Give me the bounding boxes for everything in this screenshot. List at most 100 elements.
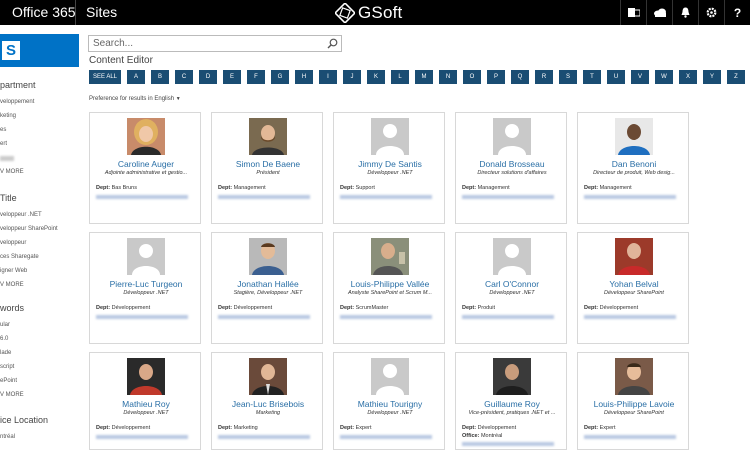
person-placeholder-icon[interactable]	[371, 118, 409, 155]
help-icon[interactable]: ?	[724, 0, 750, 25]
person-photo[interactable]	[615, 238, 653, 275]
refiner-item[interactable]: ePoint	[0, 378, 17, 384]
person-photo[interactable]	[493, 358, 531, 395]
language-preference[interactable]: Preference for results in English ▼	[89, 96, 181, 102]
person-card[interactable]: Dan Benoni Directeur de produit, Web desi…	[577, 112, 689, 224]
person-email-link[interactable]	[218, 195, 310, 199]
refiner-item[interactable]: V MORE	[0, 392, 24, 398]
onedrive-icon[interactable]	[646, 0, 672, 25]
person-card[interactable]: Mathieu Tourigny Développeur .NET Dept: Ex…	[333, 352, 445, 450]
refiner-item[interactable]: ert	[0, 141, 7, 147]
person-email-link[interactable]	[462, 442, 554, 446]
person-email-link[interactable]	[584, 315, 676, 319]
refiner-item[interactable]: V MORE	[0, 169, 24, 175]
person-email-link[interactable]	[340, 195, 432, 199]
person-name-link[interactable]: Jean-Luc Brisebois	[212, 399, 324, 409]
person-card[interactable]: Mathieu Roy Développeur .NET Dept: Dévelop…	[89, 352, 201, 450]
refiner-item[interactable]	[0, 156, 14, 161]
letter-button-n[interactable]: N	[439, 70, 457, 84]
person-name-link[interactable]: Pierre-Luc Turgeon	[90, 279, 202, 289]
person-card[interactable]: Jonathan Hallée Stagière, Développeur .NE…	[211, 232, 323, 344]
person-email-link[interactable]	[584, 195, 676, 199]
letter-button-u[interactable]: U	[607, 70, 625, 84]
letter-button-w[interactable]: W	[655, 70, 673, 84]
person-photo[interactable]	[371, 238, 409, 275]
refiner-item[interactable]: keting	[0, 113, 16, 119]
gsoft-logo[interactable]: GSoft	[335, 1, 402, 24]
person-name-link[interactable]: Guillaume Roy	[456, 399, 568, 409]
person-email-link[interactable]	[218, 435, 310, 439]
search-input[interactable]: Search...	[88, 35, 342, 52]
person-name-link[interactable]: Simon De Baene	[212, 159, 324, 169]
person-name-link[interactable]: Louis-Philippe Vallée	[334, 279, 446, 289]
gear-icon[interactable]	[698, 0, 724, 25]
letter-button-i[interactable]: I	[319, 70, 337, 84]
person-card[interactable]: Donald Brosseau Directeur solutions d'aff…	[455, 112, 567, 224]
person-placeholder-icon[interactable]	[371, 358, 409, 395]
refiner-item[interactable]: ular	[0, 322, 10, 328]
person-name-link[interactable]: Mathieu Tourigny	[334, 399, 446, 409]
person-placeholder-icon[interactable]	[127, 238, 165, 275]
person-email-link[interactable]	[96, 315, 188, 319]
letter-button-c[interactable]: C	[175, 70, 193, 84]
person-card[interactable]: Jean-Luc Brisebois Marketing Dept: Marketi…	[211, 352, 323, 450]
person-card[interactable]: Guillaume Roy Vice-président, pratiques .…	[455, 352, 567, 450]
refiner-item[interactable]: veloppeur SharePoint	[0, 226, 58, 232]
person-email-link[interactable]	[96, 435, 188, 439]
refiner-item[interactable]: veloppeur	[0, 240, 26, 246]
letter-button-h[interactable]: H	[295, 70, 313, 84]
search-icon[interactable]	[327, 38, 338, 49]
person-email-link[interactable]	[462, 315, 554, 319]
letter-button-e[interactable]: E	[223, 70, 241, 84]
person-name-link[interactable]: Carl O'Connor	[456, 279, 568, 289]
person-name-link[interactable]: Jonathan Hallée	[212, 279, 324, 289]
person-card[interactable]: Louis-Philippe Lavoie Développeur SharePo…	[577, 352, 689, 450]
outlook-icon[interactable]	[620, 0, 646, 25]
person-name-link[interactable]: Dan Benoni	[578, 159, 690, 169]
letter-button-d[interactable]: D	[199, 70, 217, 84]
person-card[interactable]: Jimmy De Santis Développeur .NET Dept: Sup…	[333, 112, 445, 224]
person-photo[interactable]	[615, 358, 653, 395]
letter-button-o[interactable]: O	[463, 70, 481, 84]
person-name-link[interactable]: Jimmy De Santis	[334, 159, 446, 169]
person-placeholder-icon[interactable]	[493, 238, 531, 275]
refiner-item[interactable]: es	[0, 127, 6, 133]
see-all-button[interactable]: SEE ALL	[89, 70, 121, 84]
letter-button-x[interactable]: X	[679, 70, 697, 84]
refiner-item[interactable]: 6.0	[0, 336, 8, 342]
person-email-link[interactable]	[584, 435, 676, 439]
person-email-link[interactable]	[462, 195, 554, 199]
person-email-link[interactable]	[340, 435, 432, 439]
letter-button-b[interactable]: B	[151, 70, 169, 84]
person-name-link[interactable]: Caroline Auger	[90, 159, 202, 169]
refiner-item[interactable]: veloppement	[0, 99, 34, 105]
person-photo[interactable]	[127, 118, 165, 155]
sites-link[interactable]: Sites	[86, 4, 117, 20]
person-card[interactable]: Simon De Baene Président Dept: Management	[211, 112, 323, 224]
person-name-link[interactable]: Yohan Belval	[578, 279, 690, 289]
person-email-link[interactable]	[340, 315, 432, 319]
person-photo[interactable]	[249, 238, 287, 275]
person-placeholder-icon[interactable]	[493, 118, 531, 155]
letter-button-r[interactable]: R	[535, 70, 553, 84]
person-name-link[interactable]: Mathieu Roy	[90, 399, 202, 409]
refiner-item[interactable]: veloppeur .NET	[0, 212, 42, 218]
letter-button-q[interactable]: Q	[511, 70, 529, 84]
bell-icon[interactable]	[672, 0, 698, 25]
person-photo[interactable]	[249, 118, 287, 155]
person-card[interactable]: Louis-Philippe Vallée Analyste SharePoint…	[333, 232, 445, 344]
letter-button-j[interactable]: J	[343, 70, 361, 84]
refiner-item[interactable]: ces Sharegate	[0, 254, 39, 260]
letter-button-p[interactable]: P	[487, 70, 505, 84]
person-email-link[interactable]	[96, 195, 188, 199]
refiner-item[interactable]: lade	[0, 350, 11, 356]
letter-button-t[interactable]: T	[583, 70, 601, 84]
letter-button-y[interactable]: Y	[703, 70, 721, 84]
person-email-link[interactable]	[218, 315, 310, 319]
letter-button-a[interactable]: A	[127, 70, 145, 84]
letter-button-m[interactable]: M	[415, 70, 433, 84]
person-card[interactable]: Pierre-Luc Turgeon Développeur .NET Dept: …	[89, 232, 201, 344]
person-name-link[interactable]: Donald Brosseau	[456, 159, 568, 169]
person-photo[interactable]	[249, 358, 287, 395]
letter-button-v[interactable]: V	[631, 70, 649, 84]
